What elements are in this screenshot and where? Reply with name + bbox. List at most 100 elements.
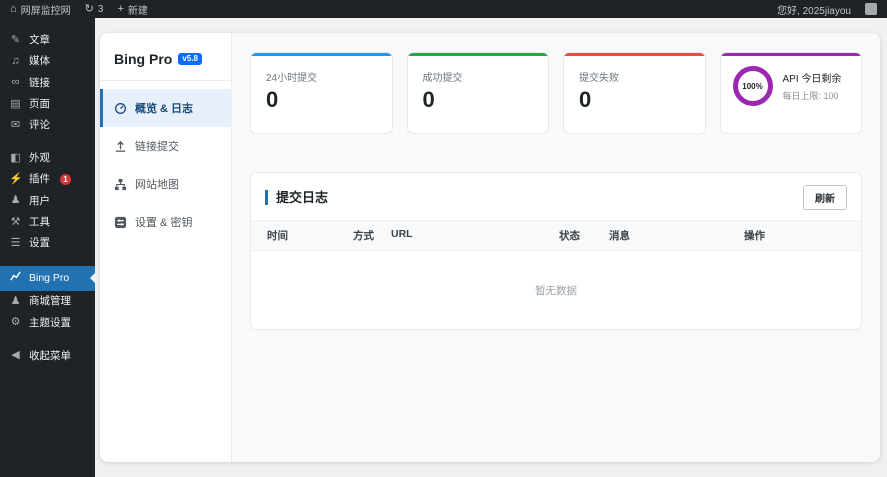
- sidebar-item-posts[interactable]: ✎ 文章: [0, 30, 95, 51]
- log-empty-state: 暂无数据: [535, 284, 577, 297]
- home-icon: ⌂: [10, 2, 17, 15]
- log-title: 提交日志: [265, 189, 328, 206]
- sidebar-item-label: 商城管理: [29, 295, 71, 308]
- gauge-icon: [113, 101, 127, 115]
- sidebar-item-label: Bing Pro: [29, 272, 70, 285]
- sidebar-item-label: 主题设置: [29, 316, 71, 329]
- plugin-title-row: Bing Pro v5.8: [100, 43, 231, 81]
- plugin-menu-label: 设置 & 密钥: [135, 217, 193, 229]
- sidebar-item-label: 页面: [29, 97, 50, 110]
- stat-label: 提交失败: [579, 73, 619, 84]
- plus-icon: +: [117, 2, 124, 15]
- stat-value: 0: [266, 87, 279, 112]
- sidebar-item-label: 文章: [29, 34, 50, 47]
- col-url: URL: [391, 228, 413, 240]
- sidebar-separator: [0, 136, 95, 148]
- sidebar-item-tools[interactable]: ⚒ 工具: [0, 212, 95, 233]
- sidebar-item-settings[interactable]: ☰ 设置: [0, 233, 95, 254]
- tools-icon: ⚒: [10, 215, 21, 228]
- store-icon: ♟: [10, 295, 21, 308]
- stat-label: 24小时提交: [266, 73, 318, 84]
- sidebar-separator: [0, 254, 95, 266]
- upload-icon: [113, 139, 127, 153]
- site-link[interactable]: ⌂ 网屏监控网: [10, 2, 71, 17]
- sidebar-separator: [0, 333, 95, 345]
- plugin-icon: ⚡: [9, 173, 23, 186]
- wp-admin-sidebar: ✎ 文章 ♫ 媒体 ∞ 链接 ▤ 页面 ✉ 评论 ◧ 外观 ⚡ 插件 1 ♟ 用…: [0, 18, 95, 477]
- stat-card-body: 100% API 今日剩余 每日上限: 100: [721, 56, 862, 116]
- bing-pro-app: Bing Pro v5.8 概览 & 日志 链接提交 网站地图 设置 & 密钥 …: [100, 33, 880, 462]
- plugin-title: Bing Pro: [114, 51, 173, 67]
- comments-icon: ✉: [10, 118, 21, 131]
- sidebar-item-bing-pro[interactable]: Bing Pro: [0, 265, 95, 292]
- sidebar-item-comments[interactable]: ✉ 评论: [0, 115, 95, 136]
- appearance-icon: ◧: [10, 151, 21, 164]
- plugin-content: 24小时提交 0 成功提交 0 提交失败 0 100% API 今日剩余 每日上…: [232, 33, 880, 462]
- quota-text: API 今日剩余 每日上限: 100: [783, 70, 842, 102]
- stat-card-failed-submits: 提交失败 0: [563, 52, 706, 134]
- sidebar-item-pages[interactable]: ▤ 页面: [0, 94, 95, 115]
- settings-keys-icon: [113, 215, 127, 229]
- sidebar-item-media[interactable]: ♫ 媒体: [0, 51, 95, 72]
- avatar[interactable]: [865, 3, 877, 15]
- sidebar-item-label: 设置: [29, 236, 50, 249]
- sidebar-item-links[interactable]: ∞ 链接: [0, 72, 95, 93]
- sidebar-item-plugins[interactable]: ⚡ 插件 1: [0, 169, 95, 190]
- pin-icon: ✎: [10, 34, 21, 46]
- admin-bar-right: 您好, 2025jiayou: [777, 2, 877, 17]
- admin-bar: ⌂ 网屏监控网 ↻ 3 + 新建 您好, 2025jiayou: [0, 0, 887, 18]
- submission-log-card: 提交日志 刷新 时间 方式 URL 状态 消息 操作 暂无数据: [250, 172, 862, 330]
- new-content-link[interactable]: + 新建: [117, 2, 147, 17]
- col-time: 时间: [267, 230, 288, 242]
- tab-sitemap[interactable]: 网站地图: [100, 165, 231, 203]
- sidebar-item-users[interactable]: ♟ 用户: [0, 190, 95, 211]
- stat-card-body: 成功提交 0: [408, 56, 549, 124]
- link-icon: ∞: [11, 76, 20, 89]
- gear-icon: ⚙: [10, 316, 21, 329]
- sidebar-item-label: 工具: [29, 215, 50, 228]
- col-message: 消息: [609, 230, 630, 242]
- updates-icon: ↻: [84, 2, 94, 15]
- sidebar-item-label: 插件: [29, 173, 50, 186]
- tab-link-submit[interactable]: 链接提交: [100, 127, 231, 165]
- users-icon: ♟: [10, 194, 21, 207]
- stat-card-24h-submits: 24小时提交 0: [250, 52, 393, 134]
- tab-settings-keys[interactable]: 设置 & 密钥: [100, 203, 231, 241]
- sidebar-item-collapse-menu[interactable]: ◀ 收起菜单: [0, 345, 95, 366]
- updates-link[interactable]: ↻ 3: [84, 2, 104, 15]
- quota-ring: 100%: [732, 66, 773, 106]
- sidebar-item-store[interactable]: ♟ 商城管理: [0, 291, 95, 312]
- sidebar-item-label: 链接: [29, 76, 50, 89]
- plugin-menu-label: 概览 & 日志: [135, 103, 194, 115]
- stat-value: 0: [579, 87, 592, 112]
- chart-line-icon: [9, 271, 22, 286]
- log-header: 提交日志 刷新: [251, 185, 861, 220]
- stat-cards-row: 24小时提交 0 成功提交 0 提交失败 0 100% API 今日剩余 每日上…: [250, 52, 862, 134]
- sidebar-item-label: 评论: [29, 119, 50, 132]
- pages-icon: ▤: [10, 97, 21, 110]
- sidebar-item-appearance[interactable]: ◧ 外观: [0, 148, 95, 169]
- sidebar-item-label: 用户: [29, 194, 50, 207]
- sidebar-item-label: 外观: [29, 152, 50, 165]
- new-content-label: 新建: [127, 5, 148, 17]
- plugin-menu-label: 链接提交: [135, 141, 179, 153]
- col-action: 操作: [744, 230, 765, 242]
- greeting-account-link[interactable]: 您好, 2025jiayou: [777, 2, 851, 17]
- updates-count: 3: [97, 3, 104, 15]
- sitemap-icon: [113, 177, 127, 191]
- stat-value: 0: [422, 87, 435, 112]
- collapse-icon: ◀: [11, 349, 20, 362]
- sidebar-item-theme-settings[interactable]: ⚙ 主题设置: [0, 312, 95, 333]
- plugin-submenu: Bing Pro v5.8 概览 & 日志 链接提交 网站地图 设置 & 密钥: [100, 33, 232, 462]
- stat-label: API 今日剩余: [782, 74, 842, 85]
- col-method: 方式: [353, 230, 374, 242]
- quota-daily-limit: 每日上限: 100: [782, 91, 839, 101]
- tab-overview-logs[interactable]: 概览 & 日志: [100, 89, 231, 127]
- log-table-header: 时间 方式 URL 状态 消息 操作: [251, 220, 861, 251]
- refresh-button[interactable]: 刷新: [803, 185, 847, 210]
- stat-card-success-submits: 成功提交 0: [406, 52, 549, 134]
- version-badge: v5.8: [178, 52, 202, 66]
- settings-icon: ☰: [10, 236, 21, 249]
- stat-label: 成功提交: [422, 73, 463, 84]
- stat-card-api-quota: 100% API 今日剩余 每日上限: 100: [719, 52, 862, 134]
